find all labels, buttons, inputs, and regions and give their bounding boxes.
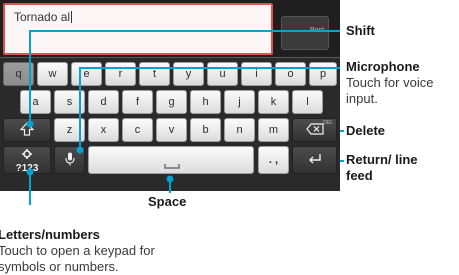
key-f[interactable]: f xyxy=(122,90,153,114)
microphone-label: Microphone xyxy=(346,59,420,74)
shift-label: Shift xyxy=(346,23,375,38)
return-key[interactable] xyxy=(292,146,337,174)
key-r[interactable]: r xyxy=(105,62,136,86)
key-b[interactable]: b xyxy=(190,118,221,142)
key-s[interactable]: s xyxy=(54,90,85,114)
key-i[interactable]: i xyxy=(241,62,272,86)
gear-icon xyxy=(22,149,32,159)
backspace-icon xyxy=(305,123,324,135)
key-w[interactable]: w xyxy=(37,62,68,86)
key-t[interactable]: t xyxy=(139,62,170,86)
key-o[interactable]: o xyxy=(275,62,306,86)
punctuation-key[interactable]: . , xyxy=(258,146,289,174)
letters-numbers-description: Touch to open a keypad for symbols or nu… xyxy=(0,243,155,274)
key-z[interactable]: z xyxy=(54,118,85,142)
key-e[interactable]: e xyxy=(71,62,102,86)
microphone-key[interactable] xyxy=(54,146,85,174)
key-u[interactable]: u xyxy=(207,62,238,86)
delete-key[interactable]: DEL xyxy=(292,118,337,142)
key-j[interactable]: j xyxy=(224,90,255,114)
key-h[interactable]: h xyxy=(190,90,221,114)
shift-arrow-icon xyxy=(19,122,35,136)
key-k[interactable]: k xyxy=(258,90,289,114)
return-label: Return/ line feed xyxy=(346,152,418,183)
key-g[interactable]: g xyxy=(156,90,187,114)
space-key[interactable] xyxy=(88,146,254,174)
onscreen-keyboard: q w e r t y u i o p a s d f g h j k l z … xyxy=(0,57,340,191)
key-n[interactable]: n xyxy=(224,118,255,142)
letters-numbers-label: Letters/numbers xyxy=(0,227,100,242)
return-arrow-icon xyxy=(308,154,321,164)
key-v[interactable]: v xyxy=(156,118,187,142)
delete-hint: DEL xyxy=(323,120,333,126)
text-input-field[interactable]: Tornado al xyxy=(3,3,273,55)
text-caret xyxy=(71,11,73,23)
shift-key[interactable] xyxy=(3,118,51,142)
key-m[interactable]: m xyxy=(258,118,289,142)
punctuation-key-label: . , xyxy=(268,154,279,166)
key-a[interactable]: a xyxy=(20,90,51,114)
delete-label: Delete xyxy=(346,123,386,138)
space-label: Space xyxy=(148,194,187,209)
key-x[interactable]: x xyxy=(88,118,119,142)
symbols-key[interactable]: ?123 xyxy=(3,146,51,174)
microphone-description: Touch for voice input. xyxy=(346,75,434,106)
phone-screen: Tornado al Post q w e r t y u i o p a s … xyxy=(0,0,340,191)
key-l[interactable]: l xyxy=(292,90,323,114)
space-bar-icon xyxy=(164,164,180,169)
post-button-label: Post xyxy=(309,27,324,34)
symbols-key-label: ?123 xyxy=(15,163,39,174)
keyboard-diagram: Tornado al Post q w e r t y u i o p a s … xyxy=(0,0,459,274)
key-d[interactable]: d xyxy=(88,90,119,114)
microphone-icon xyxy=(64,152,75,166)
post-button[interactable]: Post xyxy=(281,16,329,50)
key-p[interactable]: p xyxy=(309,62,337,86)
key-q[interactable]: q xyxy=(3,62,34,86)
key-y[interactable]: y xyxy=(173,62,204,86)
typed-text: Tornado al xyxy=(14,10,71,24)
key-c[interactable]: c xyxy=(122,118,153,142)
